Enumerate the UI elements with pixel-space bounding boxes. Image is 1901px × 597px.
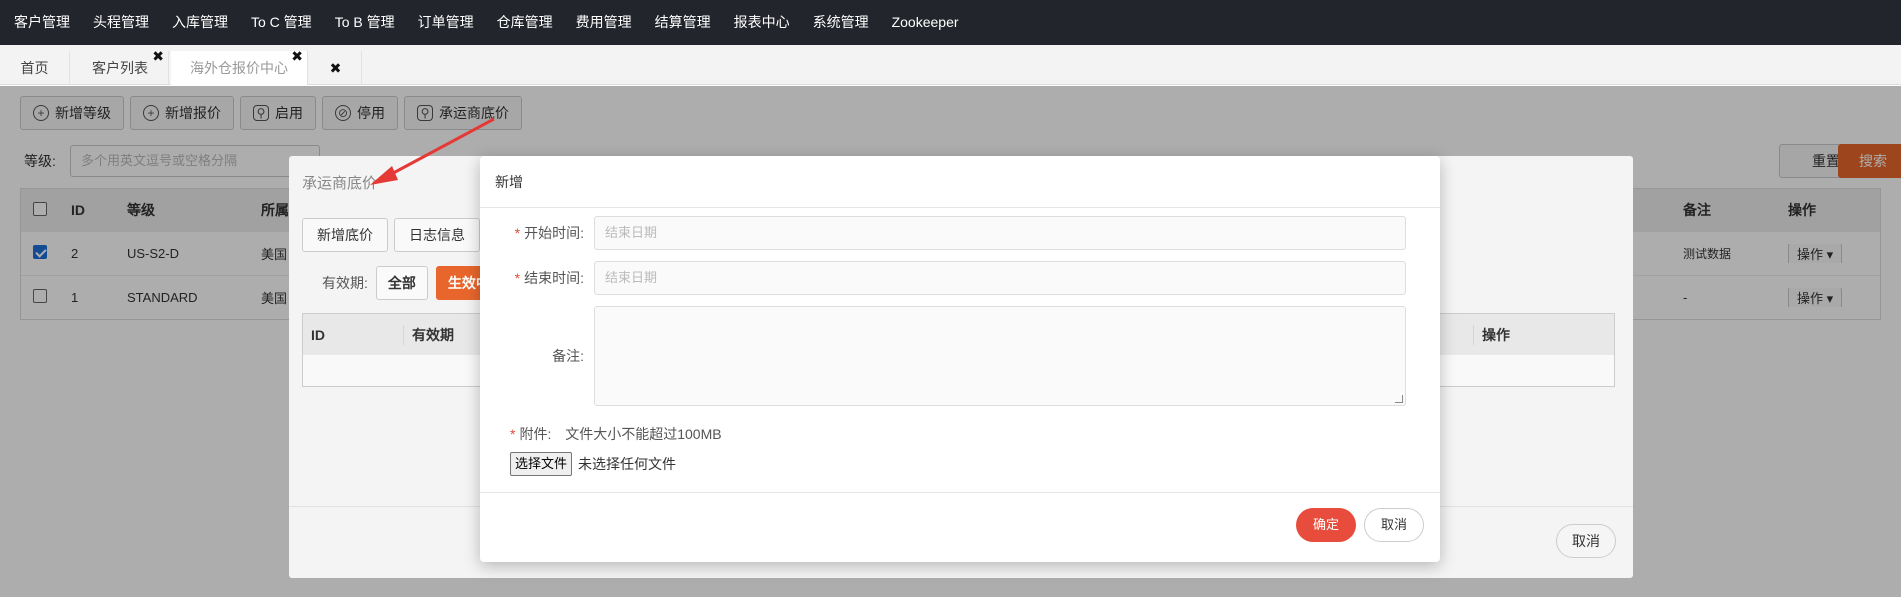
file-picker: 选择文件 未选择任何文件 [510, 452, 676, 476]
add-dialog: 新增 * 开始时间: 结束日期 * 结束时间: 结束日期 备注: * 附件: 文件大小… [480, 156, 1440, 562]
nav-item-to-c[interactable]: To C 管理 [243, 0, 320, 45]
tab-customer-list[interactable]: 客户列表 ✖ [72, 48, 169, 85]
close-icon: ✖ [329, 60, 342, 76]
nav-item-first-leg[interactable]: 头程管理 [85, 0, 157, 45]
back-dialog-cancel-button[interactable]: 取消 [1556, 524, 1616, 558]
tab-add-floor-price[interactable]: 新增底价 [302, 218, 388, 252]
add-dialog-title: 新增 [480, 156, 1440, 208]
divider [480, 492, 1440, 493]
validity-filter: 有效期: 全部 生效中 [322, 266, 502, 300]
nav-item-warehouse[interactable]: 仓库管理 [489, 0, 561, 45]
file-status-text: 未选择任何文件 [578, 456, 677, 472]
tab-home-label: 首页 [20, 60, 49, 76]
cancel-button[interactable]: 取消 [1364, 508, 1424, 542]
start-time-label: * 开始时间: [514, 225, 584, 241]
tab-bar: 首页 客户列表 ✖ 海外仓报价中心 ✖ ✖ [0, 45, 1901, 85]
col-actions: 操作 [1473, 324, 1613, 345]
remark-textarea[interactable] [594, 306, 1406, 406]
attachment-size-hint: 文件大小不能超过100MB [565, 426, 722, 442]
close-icon[interactable]: ✖ [152, 39, 164, 73]
remark-label: 备注: [552, 348, 584, 364]
nav-item-zookeeper[interactable]: Zookeeper [884, 0, 967, 45]
nav-item-inbound[interactable]: 入库管理 [164, 0, 236, 45]
close-icon[interactable]: ✖ [291, 39, 303, 73]
nav-item-customer[interactable]: 客户管理 [6, 0, 78, 45]
tab-quote-center[interactable]: 海外仓报价中心 ✖ [171, 48, 308, 85]
top-nav: 客户管理 头程管理 入库管理 To C 管理 To B 管理 订单管理 仓库管理… [0, 0, 1901, 45]
nav-item-fees[interactable]: 费用管理 [568, 0, 640, 45]
tab-home[interactable]: 首页 [0, 51, 70, 85]
carrier-floor-price-tabs: 新增底价 日志信息 [302, 218, 480, 252]
attachment-label: 附件: [519, 426, 552, 442]
remark-row: 备注: [480, 306, 1406, 406]
close-all-tabs-button[interactable]: ✖ [310, 51, 362, 85]
start-time-input[interactable]: 结束日期 [594, 216, 1406, 250]
end-time-input[interactable]: 结束日期 [594, 261, 1406, 295]
nav-item-settlement[interactable]: 结算管理 [647, 0, 719, 45]
end-time-row: * 结束时间: 结束日期 [480, 261, 1406, 295]
attachment-row: * 附件: 文件大小不能超过100MB [510, 426, 722, 442]
validity-label: 有效期: [322, 275, 368, 291]
nav-item-orders[interactable]: 订单管理 [410, 0, 482, 45]
col-id: ID [311, 326, 325, 343]
confirm-button[interactable]: 确定 [1296, 508, 1356, 542]
choose-file-button[interactable]: 选择文件 [510, 452, 573, 476]
nav-item-to-b[interactable]: To B 管理 [327, 0, 403, 45]
tab-customer-list-label: 客户列表 [92, 60, 148, 76]
nav-item-system[interactable]: 系统管理 [805, 0, 877, 45]
carrier-floor-price-dialog-title: 承运商底价 [302, 175, 378, 192]
resize-grip-icon[interactable] [1395, 395, 1403, 403]
validity-all-button[interactable]: 全部 [375, 266, 428, 300]
end-time-label: * 结束时间: [514, 270, 584, 286]
start-time-row: * 开始时间: 结束日期 [480, 216, 1406, 250]
nav-item-reports[interactable]: 报表中心 [726, 0, 798, 45]
tab-quote-center-label: 海外仓报价中心 [190, 60, 288, 76]
tab-log-info[interactable]: 日志信息 [394, 218, 480, 252]
